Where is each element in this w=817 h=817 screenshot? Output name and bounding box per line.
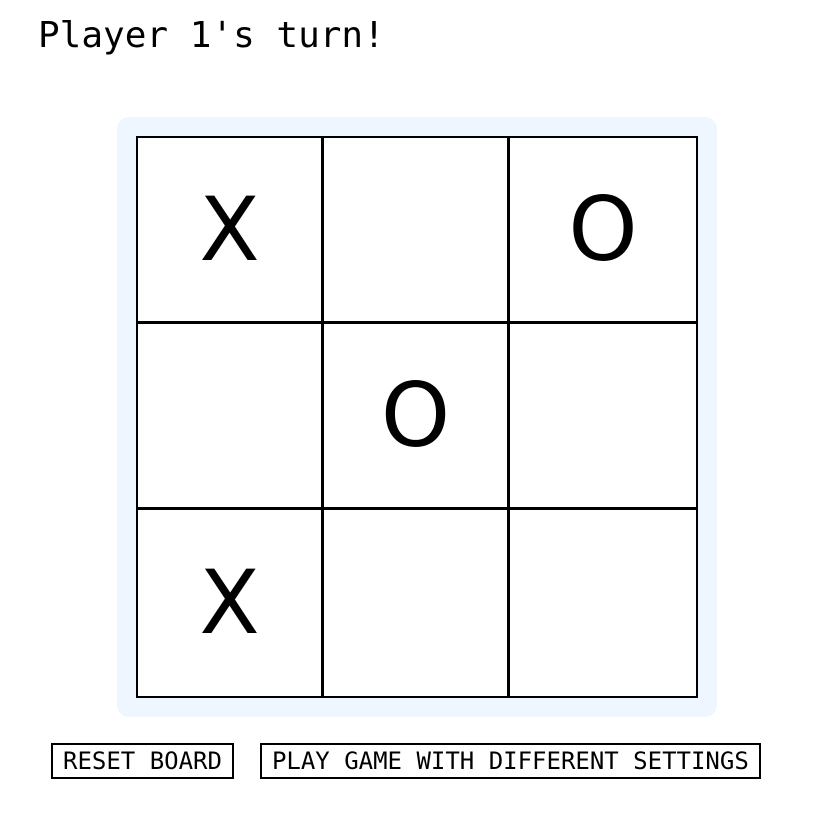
board-cell-9[interactable] xyxy=(510,510,696,696)
board-cell-3[interactable]: O xyxy=(510,138,696,324)
board-cell-8[interactable] xyxy=(324,510,510,696)
board-cell-6[interactable] xyxy=(510,324,696,510)
board-cell-5[interactable]: O xyxy=(324,324,510,510)
board-cell-7[interactable]: X xyxy=(138,510,324,696)
board-cell-4[interactable] xyxy=(138,324,324,510)
board-cell-1[interactable]: X xyxy=(138,138,324,324)
turn-status: Player 1's turn! xyxy=(38,15,385,56)
board-frame: X O O X xyxy=(117,117,717,717)
different-settings-button[interactable]: PLAY GAME WITH DIFFERENT SETTINGS xyxy=(259,743,761,779)
game-controls: RESET BOARD PLAY GAME WITH DIFFERENT SET… xyxy=(51,743,761,779)
game-board: X O O X xyxy=(136,136,698,698)
reset-board-button[interactable]: RESET BOARD xyxy=(51,743,234,779)
board-cell-2[interactable] xyxy=(324,138,510,324)
